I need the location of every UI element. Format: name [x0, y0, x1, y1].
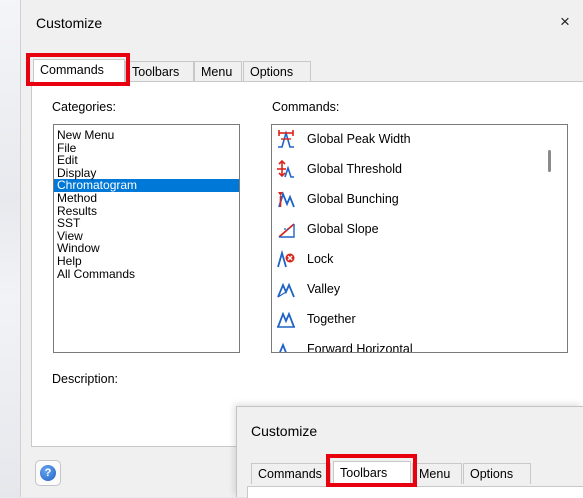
command-lock[interactable]: Lock	[272, 245, 532, 275]
command-global-bunching[interactable]: Global Bunching	[272, 185, 532, 215]
category-item[interactable]: Help	[54, 255, 239, 268]
tab-panel-secondary	[247, 486, 583, 498]
help-icon: ?	[40, 465, 56, 481]
tab-commands-secondary[interactable]: Commands	[251, 463, 331, 484]
commands-list[interactable]: Global Peak Width Global Threshold Globa…	[271, 124, 568, 353]
commands-label: Commands:	[272, 100, 340, 114]
command-label: Lock	[307, 252, 334, 266]
command-global-peak-width[interactable]: Global Peak Width	[272, 125, 532, 155]
category-item[interactable]: Results	[54, 204, 239, 218]
peak-width-icon	[278, 130, 294, 148]
command-label: Global Slope	[307, 222, 379, 236]
command-global-threshold[interactable]: Global Threshold	[272, 155, 532, 185]
dialog-title-secondary: Customize	[251, 423, 318, 439]
command-label: Global Threshold	[307, 162, 402, 176]
lock-peak-icon	[277, 249, 295, 268]
help-button[interactable]: ?	[35, 460, 61, 486]
dialog-title: Customize	[36, 15, 103, 31]
tab-options[interactable]: Options	[243, 61, 311, 82]
commands-scrollbar-thumb[interactable]	[548, 150, 551, 172]
categories-list-items: New Menu File Edit Display Chromatogram Metho…	[54, 129, 239, 280]
category-item[interactable]: All Commands	[54, 267, 239, 281]
tab-menu[interactable]: Menu	[194, 61, 242, 82]
command-valley[interactable]: Valley	[272, 275, 532, 305]
command-label: Valley	[307, 282, 341, 296]
valley-icon	[277, 282, 295, 298]
command-label: Forward Horizontal	[307, 342, 413, 353]
command-label: Global Peak Width	[307, 132, 411, 146]
customize-dialog-secondary: Customize Commands Toolbars Menu Options	[236, 406, 583, 498]
category-item[interactable]: Method	[54, 192, 239, 205]
tab-toolbars[interactable]: Toolbars	[125, 61, 194, 82]
tab-menu-secondary[interactable]: Menu	[412, 463, 462, 484]
command-together[interactable]: Together	[272, 305, 532, 335]
description-label: Description:	[52, 372, 118, 386]
category-item[interactable]: New Menu	[54, 129, 239, 142]
category-item[interactable]: Edit	[54, 154, 239, 167]
category-item[interactable]: SST	[54, 217, 239, 230]
command-global-slope[interactable]: Global Slope	[272, 215, 532, 245]
close-icon[interactable]: ×	[560, 12, 570, 32]
threshold-icon	[277, 159, 294, 178]
tab-commands[interactable]: Commands	[33, 59, 125, 82]
forward-horizontal-icon	[279, 342, 287, 352]
tab-options-secondary[interactable]: Options	[463, 463, 531, 484]
command-label: Global Bunching	[307, 192, 399, 206]
command-label: Together	[307, 312, 356, 326]
slope-icon	[278, 223, 295, 238]
categories-label: Categories:	[52, 100, 116, 114]
categories-list[interactable]: New Menu File Edit Display Chromatogram Metho…	[53, 124, 240, 353]
together-icon	[277, 311, 295, 328]
tab-toolbars-secondary[interactable]: Toolbars	[333, 461, 411, 486]
bunching-icon	[278, 191, 295, 208]
command-forward-horizontal[interactable]: Forward Horizontal	[272, 335, 532, 353]
category-item[interactable]: File	[54, 141, 239, 155]
